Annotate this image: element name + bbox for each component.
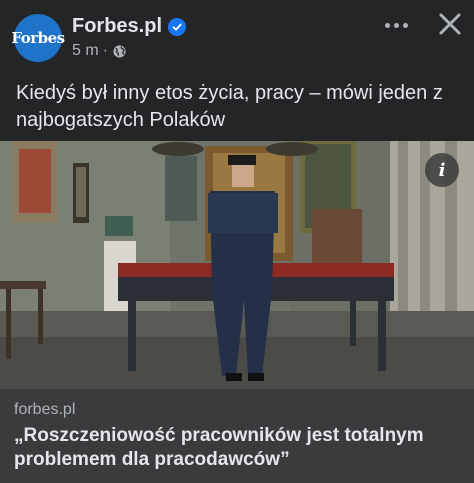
page-avatar[interactable]: Forbes (11, 14, 65, 62)
globe-icon[interactable] (112, 44, 127, 59)
info-button[interactable]: i (425, 153, 459, 187)
avatar-logo-text: Forbes (11, 29, 65, 47)
post-text: Kiedyś był inny etos życia, pracy – mówi… (16, 82, 443, 131)
more-options-button[interactable] (378, 10, 414, 40)
verified-badge-icon (168, 17, 187, 36)
more-dot (384, 22, 390, 28)
post-header: Forbes Forbes.pl 5 m · (0, 0, 474, 72)
more-dot (393, 22, 399, 28)
close-button[interactable] (434, 8, 466, 40)
post-meta: 5 m · (72, 42, 127, 60)
info-icon: i (438, 159, 446, 181)
page-name-label[interactable]: Forbes.pl (72, 15, 162, 38)
link-domain: forbes.pl (14, 401, 76, 418)
post-photo-illustration (0, 141, 474, 389)
close-icon (439, 13, 461, 35)
post-image[interactable] (0, 141, 474, 389)
page-name[interactable]: Forbes.pl (72, 15, 187, 38)
more-dot (402, 22, 408, 28)
meta-separator: · (102, 42, 108, 59)
timestamp[interactable]: 5 m (72, 42, 99, 60)
link-title[interactable]: „Roszczeniowość pracowników jest totalny… (14, 424, 454, 472)
link-preview-card[interactable]: forbes.pl „Roszczeniowość pracowników je… (0, 389, 474, 483)
